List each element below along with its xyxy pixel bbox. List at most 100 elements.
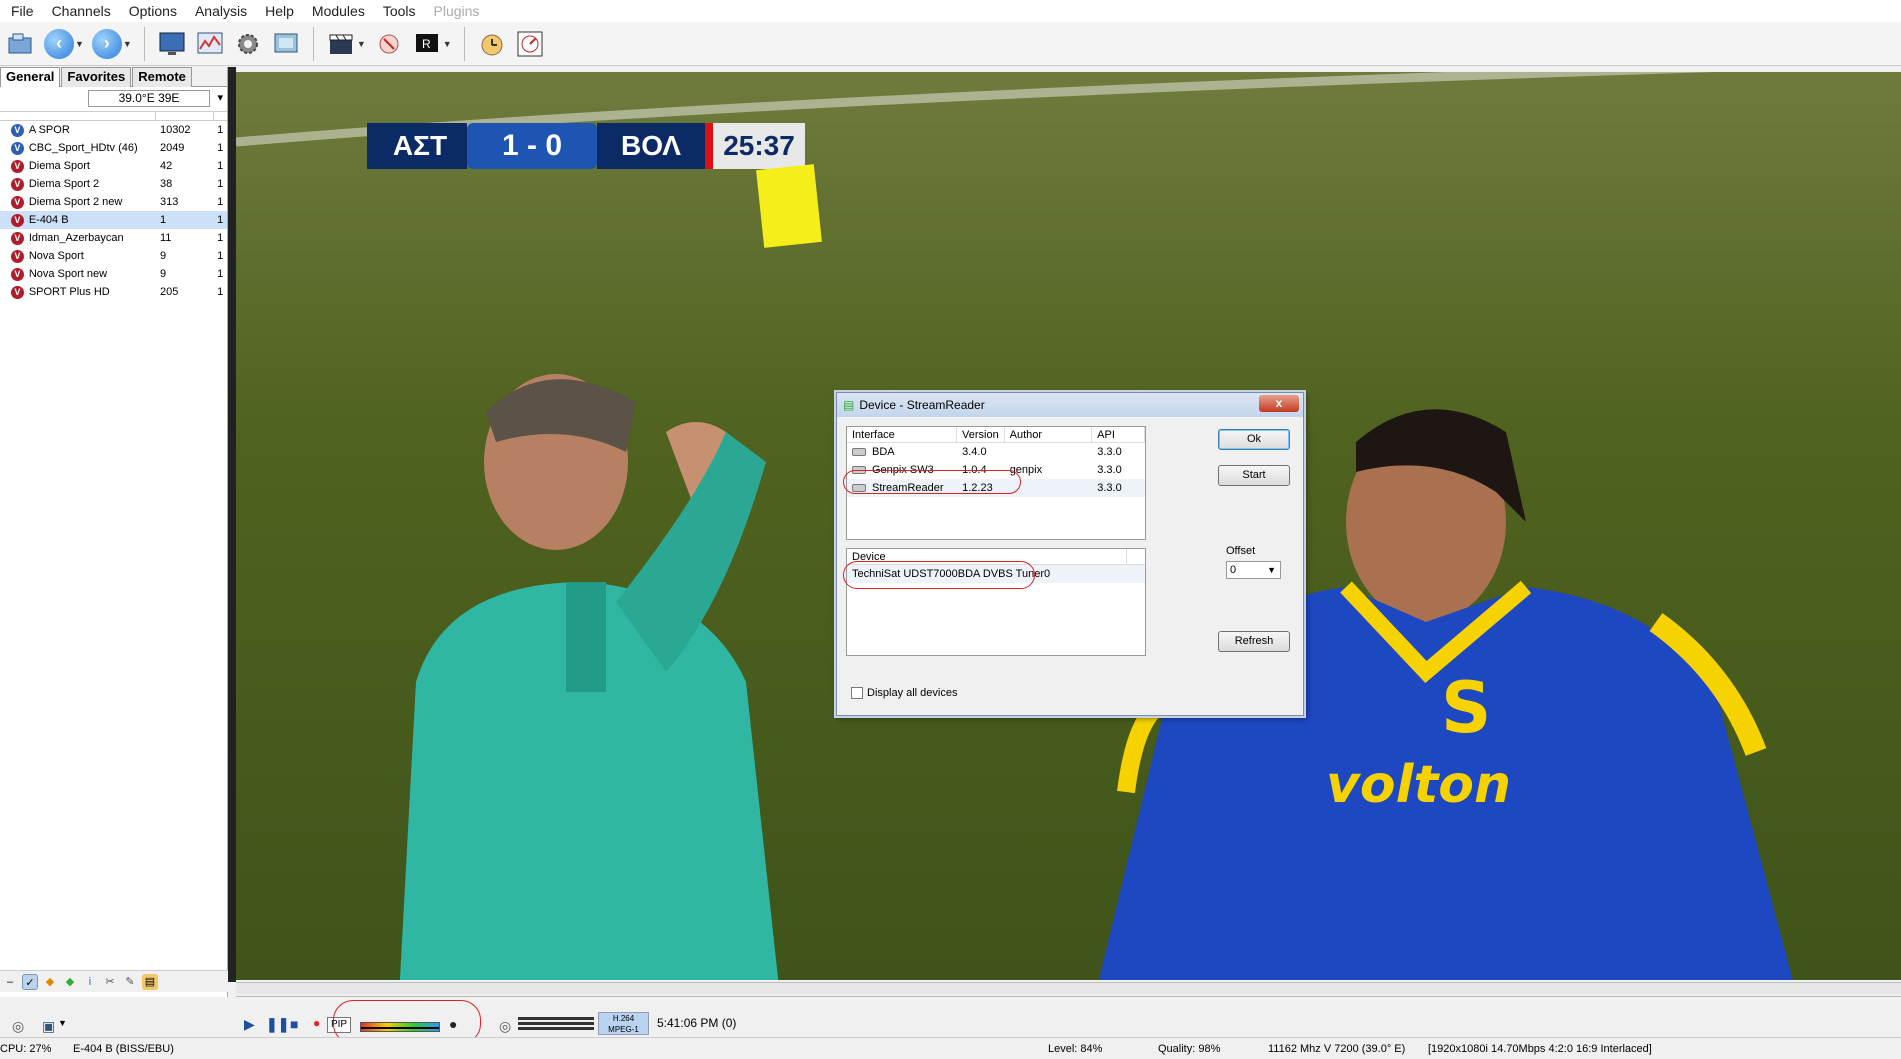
clapperboard-icon[interactable]: [325, 28, 357, 60]
channel-number: 9: [159, 250, 167, 262]
channel-number: 11: [159, 232, 172, 244]
toolbar-separator: [312, 26, 314, 61]
channel-row[interactable]: V A SPOR 10302 1: [0, 121, 227, 139]
offset-select[interactable]: 0 ▼: [1226, 561, 1281, 579]
filter-info-icon[interactable]: i: [82, 974, 98, 990]
settings-gear-icon[interactable]: [232, 28, 264, 60]
channel-row[interactable]: V Nova Sport new 9 1: [0, 265, 227, 283]
tab-general[interactable]: General: [0, 67, 61, 87]
pause-icon[interactable]: ❚❚: [266, 1016, 289, 1033]
channel-row[interactable]: V Diema Sport 2 new 313 1: [0, 193, 227, 211]
channel-list: VA SPOR 10302 1 V CBC_Sport_HDtv (46) 2049 1 V D…: [0, 121, 227, 301]
away-team: ΒΟΛ: [597, 123, 705, 169]
forward-dropdown-icon[interactable]: ▼: [123, 39, 132, 49]
channel-flag: 1: [217, 124, 224, 136]
channel-name: E-404 B: [28, 214, 69, 226]
video-area[interactable]: ΑΣΤ 1 - 0 ΒΟΛ 25:37 volton S ▤ Device - …: [236, 72, 1901, 980]
toolbar-separator: [143, 26, 145, 61]
channel-number: 38: [159, 178, 173, 190]
codec-badge: H.264 MPEG-1: [598, 1012, 649, 1035]
monitor-icon[interactable]: [156, 28, 188, 60]
back-button[interactable]: ‹: [43, 28, 75, 60]
epg-icon[interactable]: R: [411, 28, 443, 60]
interface-row[interactable]: BDA 3.4.0 3.3.0: [847, 443, 1145, 461]
volume-icon[interactable]: ◎: [499, 1018, 511, 1035]
aspect-icon[interactable]: ▣: [42, 1018, 55, 1035]
match-clock: 25:37: [705, 123, 805, 169]
offset-value: 0: [1230, 564, 1237, 576]
status-channel: E-404 B (BISS/EBU): [73, 1043, 174, 1055]
antenna-rotor-icon[interactable]: [514, 28, 546, 60]
menu-options[interactable]: Options: [120, 3, 186, 19]
channel-row[interactable]: V Idman_Azerbaycan 11 1: [0, 229, 227, 247]
refresh-button[interactable]: Refresh: [1218, 631, 1290, 652]
svg-text:S: S: [1441, 667, 1491, 749]
filter-tools-icon[interactable]: ✂: [102, 974, 118, 990]
col-api[interactable]: API: [1092, 427, 1145, 442]
channel-row[interactable]: V Nova Sport 9 1: [0, 247, 227, 265]
channel-row[interactable]: V Diema Sport 42 1: [0, 157, 227, 175]
audio-codec: MPEG-1: [608, 1025, 639, 1034]
referee-figure: [399, 374, 779, 980]
start-button[interactable]: Start: [1218, 465, 1290, 486]
seek-bar[interactable]: [236, 982, 1901, 994]
tab-favorites[interactable]: Favorites: [61, 67, 132, 87]
channel-row[interactable]: V SPORT Plus HD 205 1: [0, 283, 227, 301]
dialog-titlebar[interactable]: ▤ Device - StreamReader: [837, 393, 1303, 417]
channel-name: Nova Sport: [28, 250, 84, 262]
record-icon[interactable]: ●: [313, 1016, 320, 1030]
col-version[interactable]: Version: [957, 427, 1005, 442]
channel-panel: General Favorites Remote 39.0°E 39E V A S…: [0, 67, 228, 997]
back-dropdown-icon[interactable]: ▼: [75, 39, 84, 49]
col-author[interactable]: Author: [1005, 427, 1093, 442]
open-icon[interactable]: [5, 28, 37, 60]
scoreboard: ΑΣΤ 1 - 0 ΒΟΛ 25:37: [367, 123, 805, 169]
tab-remote[interactable]: Remote: [132, 67, 192, 87]
mute-icon[interactable]: ◎: [12, 1018, 24, 1035]
filter-all-icon[interactable]: ✓: [22, 973, 38, 990]
interface-api: 3.3.0: [1097, 482, 1122, 494]
aspect-dropdown-icon[interactable]: ▼: [58, 1018, 67, 1028]
menu-channels[interactable]: Channels: [43, 3, 120, 19]
channel-name: Nova Sport new: [28, 268, 108, 280]
channel-name: Diema Sport 2: [28, 178, 100, 190]
column-divider[interactable]: [213, 112, 214, 121]
forward-button[interactable]: ›: [91, 28, 123, 60]
channel-number: 42: [159, 160, 173, 172]
minus-icon[interactable]: –: [2, 974, 18, 990]
filter-diamond-icon[interactable]: ◆: [42, 974, 58, 990]
display-all-label: Display all devices: [867, 687, 958, 699]
column-divider[interactable]: [155, 112, 156, 121]
channel-row[interactable]: V E-404 B 1 1: [0, 211, 227, 229]
col-interface[interactable]: Interface: [847, 427, 958, 442]
channel-number: 1: [159, 214, 167, 226]
menu-analysis[interactable]: Analysis: [186, 3, 256, 19]
channel-flag: 1: [217, 214, 224, 226]
menu-bar: File Channels Options Analysis Help Modu…: [0, 0, 1901, 22]
spectrum-icon[interactable]: [194, 28, 226, 60]
menu-modules[interactable]: Modules: [303, 3, 374, 19]
channel-provider-icon: V: [11, 123, 24, 137]
menu-help[interactable]: Help: [256, 3, 303, 19]
menu-plugins: Plugins: [433, 3, 480, 19]
eraser-icon[interactable]: [373, 28, 405, 60]
record-dropdown-icon[interactable]: ▼: [357, 39, 366, 49]
menu-tools[interactable]: Tools: [374, 3, 425, 19]
satellite-select[interactable]: 39.0°E 39E: [88, 89, 223, 107]
ok-button[interactable]: Ok: [1218, 429, 1290, 450]
close-button[interactable]: x: [1259, 395, 1299, 412]
play-icon[interactable]: ▶: [244, 1016, 255, 1033]
menu-file[interactable]: File: [2, 3, 43, 19]
panel-splitter[interactable]: [228, 67, 236, 982]
screen-capture-icon[interactable]: [270, 28, 302, 60]
stop-icon[interactable]: ■: [290, 1016, 298, 1032]
filter-folder-icon[interactable]: ▤: [142, 973, 158, 990]
epg-dropdown-icon[interactable]: ▼: [443, 39, 452, 49]
channel-row[interactable]: V CBC_Sport_HDtv (46) 2049 1: [0, 139, 227, 157]
timer-clock-icon[interactable]: [476, 28, 508, 60]
filter-edit-icon[interactable]: ✎: [122, 974, 138, 990]
channel-name: Diema Sport 2 new: [28, 196, 123, 208]
display-all-checkbox[interactable]: [851, 687, 863, 699]
channel-row[interactable]: V Diema Sport 2 38 1: [0, 175, 227, 193]
filter-green-icon[interactable]: ◆: [62, 974, 78, 990]
